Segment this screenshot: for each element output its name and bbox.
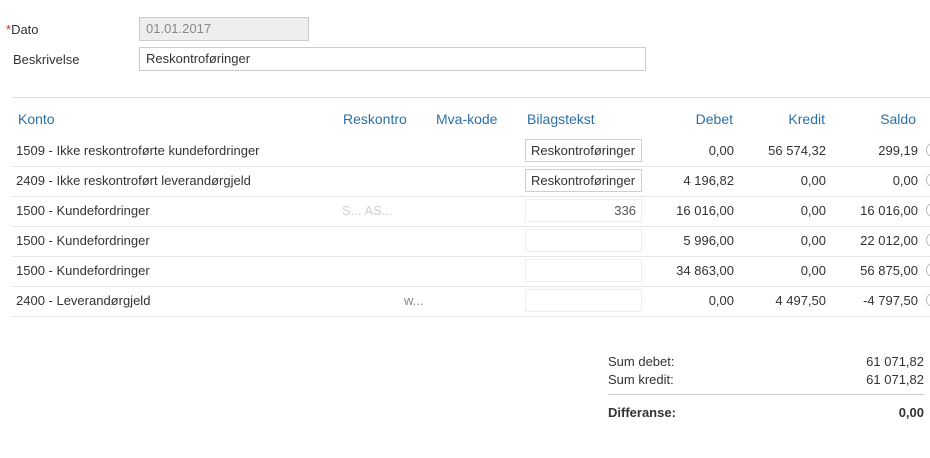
table-row[interactable]: 1500 - Kundefordringer 5 996,00 0,00 22 …: [12, 226, 930, 257]
debet-cell: 34 863,00: [676, 263, 734, 278]
reskontro-cell: w...: [404, 293, 424, 308]
kredit-cell: 0,00: [800, 203, 826, 218]
bilagstekst-input[interactable]: [525, 229, 642, 252]
description-label: Beskrivelse: [13, 52, 80, 67]
table-row[interactable]: 1500 - Kundefordringer 34 863,00 0,00 56…: [12, 256, 930, 287]
debet-cell: 16 016,00: [676, 203, 734, 218]
header-reskontro[interactable]: Reskontro: [343, 111, 407, 127]
saldo-cell: 299,19: [878, 143, 918, 158]
table-row[interactable]: 2409 - Ikke reskontroført leverandørgjel…: [12, 166, 930, 197]
bilagstekst-input[interactable]: [525, 289, 642, 312]
sum-kredit-label: Sum kredit:: [608, 372, 674, 387]
kredit-cell: 0,00: [800, 233, 826, 248]
kredit-cell: 0,00: [800, 263, 826, 278]
table-top-divider: [12, 97, 930, 98]
konto-cell: 1500 - Kundefordringer: [16, 263, 150, 278]
summary-divider: [608, 394, 924, 395]
saldo-cell: 56 875,00: [860, 263, 918, 278]
konto-cell: 2400 - Leverandørgjeld: [16, 293, 151, 308]
reskontro-cell: S... AS...: [342, 203, 393, 218]
header-mva[interactable]: Mva-kode: [436, 111, 497, 127]
bilagstekst-input[interactable]: [525, 259, 642, 282]
kredit-cell: 0,00: [800, 173, 826, 188]
bilagstekst-input[interactable]: Reskontroføringer: [525, 139, 642, 162]
debet-cell: 4 196,82: [683, 173, 734, 188]
header-saldo[interactable]: Saldo: [835, 111, 916, 127]
debet-cell: 0,00: [708, 293, 734, 308]
bilagstekst-input[interactable]: 336: [525, 199, 642, 222]
date-field[interactable]: 01.01.2017: [139, 17, 309, 41]
differanse-value: 0,00: [898, 405, 924, 420]
row-action-circle-icon[interactable]: [926, 233, 930, 247]
header-kredit[interactable]: Kredit: [740, 111, 825, 127]
saldo-cell: 0,00: [892, 173, 918, 188]
row-action-circle-icon[interactable]: [926, 293, 930, 307]
bilagstekst-input[interactable]: Reskontroføringer: [525, 169, 642, 192]
konto-cell: 1500 - Kundefordringer: [16, 203, 150, 218]
description-field[interactable]: Reskontroføringer: [139, 47, 646, 71]
date-label-text: Dato: [11, 22, 39, 37]
debet-cell: 5 996,00: [683, 233, 734, 248]
differanse-label: Differanse:: [608, 405, 676, 420]
row-action-circle-icon[interactable]: [926, 173, 930, 187]
header-debet[interactable]: Debet: [650, 111, 733, 127]
row-action-circle-icon[interactable]: [926, 263, 930, 277]
sum-debet-value: 61 071,82: [866, 354, 924, 369]
table-row[interactable]: 2400 - Leverandørgjeld w... 0,00 4 497,5…: [12, 286, 930, 317]
konto-cell: 1500 - Kundefordringer: [16, 233, 150, 248]
konto-cell: 1509 - Ikke reskontroførte kundefordring…: [16, 143, 260, 158]
table-row[interactable]: 1500 - Kundefordringer S... AS... 336 16…: [12, 196, 930, 227]
date-label: *Dato: [6, 22, 39, 37]
row-action-circle-icon[interactable]: [926, 143, 930, 157]
konto-cell: 2409 - Ikke reskontroført leverandørgjel…: [16, 173, 251, 188]
row-action-circle-icon[interactable]: [926, 203, 930, 217]
saldo-cell: 16 016,00: [860, 203, 918, 218]
saldo-cell: 22 012,00: [860, 233, 918, 248]
saldo-cell: -4 797,50: [863, 293, 918, 308]
kredit-cell: 4 497,50: [775, 293, 826, 308]
header-bilagstekst[interactable]: Bilagstekst: [527, 111, 595, 127]
sum-kredit-value: 61 071,82: [866, 372, 924, 387]
header-konto[interactable]: Konto: [18, 111, 55, 127]
table-row[interactable]: 1509 - Ikke reskontroførte kundefordring…: [12, 136, 930, 167]
sum-debet-label: Sum debet:: [608, 354, 675, 369]
debet-cell: 0,00: [708, 143, 734, 158]
kredit-cell: 56 574,32: [768, 143, 826, 158]
